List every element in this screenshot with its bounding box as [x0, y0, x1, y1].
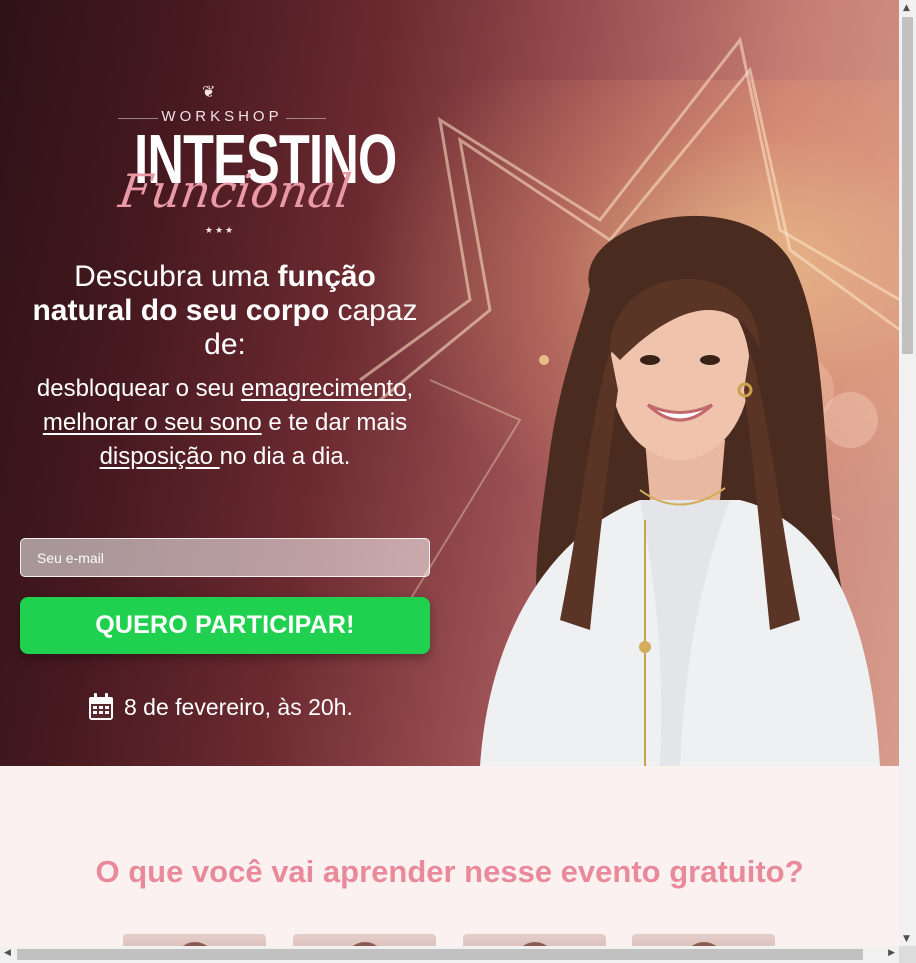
scroll-right-icon[interactable]: ▶ [888, 948, 895, 958]
scroll-down-icon[interactable]: ▼ [903, 934, 910, 944]
subline-sono: melhorar o seu sono [42, 409, 262, 436]
event-date-text: 8 de fevereiro, às 20h. [124, 693, 353, 720]
leaf-ornament-icon: ❦ [202, 82, 216, 101]
event-date: 8 de fevereiro, às 20h. [88, 690, 353, 724]
subline-text-3: e te dar mais [261, 409, 408, 436]
hero-headline: Descubra uma função natural do seu corpo… [20, 260, 430, 362]
vertical-scrollbar-thumb[interactable] [902, 17, 913, 354]
horizontal-scrollbar[interactable]: ◀ ▶ [0, 946, 899, 963]
scrollbar-corner [899, 946, 916, 963]
subline-text-4: no dia a dia. [219, 443, 351, 470]
scroll-up-icon[interactable]: ▲ [903, 3, 910, 13]
learn-section: O que você vai aprender nesse evento gra… [0, 766, 899, 963]
speaker-portrait [480, 215, 880, 766]
headline-text-1: Descubra uma [74, 260, 278, 293]
participate-button[interactable]: QUERO PARTICIPAR! [20, 597, 430, 654]
vertical-scrollbar[interactable]: ▲ ▼ [899, 0, 916, 946]
logo-divider-right [286, 118, 326, 119]
subline-text-2: , [406, 375, 414, 402]
logo-funcional-text: Funcional [115, 164, 355, 218]
hero-section: ❦ WORKSHOP INTESTINO Funcional ★★★ Descu… [0, 0, 899, 766]
logo-stars: ★★★ [204, 226, 236, 236]
learn-section-title: O que você vai aprender nesse evento gra… [95, 854, 804, 889]
calendar-icon [89, 693, 113, 720]
horizontal-scrollbar-thumb[interactable] [17, 949, 863, 960]
scroll-left-icon[interactable]: ◀ [4, 948, 11, 958]
subline-disposicao: disposição [99, 443, 220, 470]
subline-emagrecimento: emagrecimento [241, 375, 407, 402]
workshop-logo: ❦ WORKSHOP INTESTINO Funcional ★★★ [100, 80, 398, 240]
subline-text-1: desbloquear o seu [36, 375, 242, 402]
hero-subline: desbloquear o seu emagrecimento, melhora… [20, 372, 430, 474]
email-input[interactable] [20, 538, 430, 577]
